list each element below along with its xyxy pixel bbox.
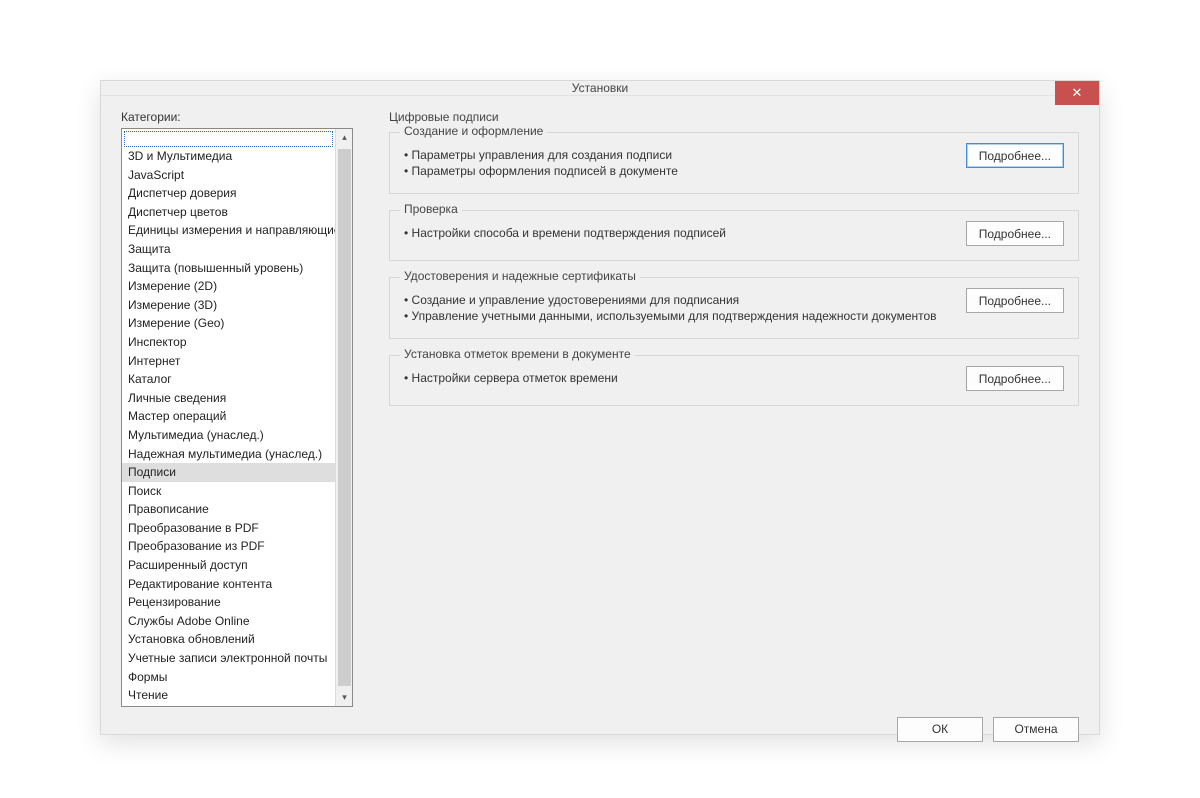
sidebar: Категории: 3D и МультимедиаJavaScriptДис… [121,110,353,707]
category-item[interactable]: Личные сведения [122,389,335,408]
category-item[interactable]: Преобразование в PDF [122,519,335,538]
category-item[interactable]: Расширенный доступ [122,556,335,575]
more-button[interactable]: Подробнее... [966,143,1064,168]
category-item[interactable]: Рецензирование [122,593,335,612]
categories-label: Категории: [121,110,353,124]
group-bullet: Создание и управление удостоверениями дл… [404,292,950,308]
settings-group: Установка отметок времени в документеНас… [389,355,1079,406]
category-item[interactable]: Диспетчер цветов [122,203,335,222]
categories-list: 3D и МультимедиаJavaScriptДиспетчер дове… [122,129,335,706]
scroll-thumb[interactable] [338,149,351,686]
dialog-top: Категории: 3D и МультимедиаJavaScriptДис… [121,110,1079,707]
category-item[interactable]: Каталог [122,370,335,389]
more-button[interactable]: Подробнее... [966,288,1064,313]
ok-button[interactable]: ОК [897,717,983,742]
category-item[interactable]: Интернет [122,352,335,371]
category-item[interactable]: Измерение (Geo) [122,314,335,333]
category-item[interactable] [124,131,333,147]
settings-group: Удостоверения и надежные сертификатыСозд… [389,277,1079,339]
category-item[interactable]: Службы Adobe Online [122,612,335,631]
close-icon: ✕ [1072,85,1083,101]
settings-group: ПроверкаНастройки способа и времени подт… [389,210,1079,261]
category-item[interactable]: Учетные записи электронной почты [122,649,335,668]
groups-host: Создание и оформлениеПараметры управлени… [389,132,1079,422]
category-item[interactable]: Диспетчер доверия [122,184,335,203]
settings-group: Создание и оформлениеПараметры управлени… [389,132,1079,194]
group-content: Параметры управления для создания подпис… [404,143,950,179]
category-item[interactable]: Надежная мультимедиа (унаслед.) [122,445,335,464]
category-item[interactable]: Единицы измерения и направляющие [122,221,335,240]
group-row: Настройки способа и времени подтверждени… [404,221,1064,246]
group-legend: Создание и оформление [400,124,547,138]
group-bullet: Настройки сервера отметок времени [404,370,950,386]
group-bullet: Параметры управления для создания подпис… [404,147,950,163]
group-legend: Проверка [400,202,462,216]
preferences-dialog: Установки ✕ Категории: 3D и МультимедиаJ… [100,80,1100,735]
titlebar: Установки ✕ [101,81,1099,96]
category-item[interactable]: Преобразование из PDF [122,537,335,556]
category-item[interactable]: Измерение (3D) [122,296,335,315]
category-item[interactable]: Измерение (2D) [122,277,335,296]
category-item[interactable]: Чтение [122,686,335,705]
group-legend: Удостоверения и надежные сертификаты [400,269,640,283]
group-bullet: Управление учетными данными, используемы… [404,308,950,324]
close-button[interactable]: ✕ [1055,81,1099,105]
category-item[interactable]: Защита [122,240,335,259]
more-button[interactable]: Подробнее... [966,221,1064,246]
category-item[interactable]: Защита (повышенный уровень) [122,259,335,278]
category-item[interactable]: Мультимедиа (унаслед.) [122,426,335,445]
group-legend: Установка отметок времени в документе [400,347,635,361]
group-content: Настройки сервера отметок времени [404,366,950,386]
category-item[interactable]: Инспектор [122,333,335,352]
more-button[interactable]: Подробнее... [966,366,1064,391]
category-item[interactable]: Правописание [122,500,335,519]
scroll-up-button[interactable]: ▴ [336,129,353,146]
category-item[interactable]: JavaScript [122,166,335,185]
dialog-title: Установки [572,81,628,95]
group-row: Создание и управление удостоверениями дл… [404,288,1064,324]
main-panel: Цифровые подписи Создание и оформлениеПа… [389,110,1079,707]
scroll-down-button[interactable]: ▾ [336,689,353,706]
category-item[interactable]: 3D и Мультимедиа [122,147,335,166]
cancel-button[interactable]: Отмена [993,717,1079,742]
categories-listbox[interactable]: 3D и МультимедиаJavaScriptДиспетчер дове… [121,128,353,707]
category-item[interactable]: Редактирование контента [122,575,335,594]
group-row: Параметры управления для создания подпис… [404,143,1064,179]
main-heading: Цифровые подписи [389,110,1079,124]
dialog-body: Категории: 3D и МультимедиаJavaScriptДис… [101,96,1099,758]
group-content: Создание и управление удостоверениями дл… [404,288,950,324]
category-item[interactable]: Подписи [122,463,335,482]
category-item[interactable]: Формы [122,668,335,687]
category-item[interactable]: Поиск [122,482,335,501]
category-item[interactable]: Мастер операций [122,407,335,426]
group-row: Настройки сервера отметок времени Подробн… [404,366,1064,391]
dialog-footer: ОК Отмена [121,707,1079,742]
listbox-scrollbar[interactable]: ▴ ▾ [335,129,352,706]
group-bullet: Настройки способа и времени подтверждени… [404,225,950,241]
group-bullet: Параметры оформления подписей в документ… [404,163,950,179]
group-content: Настройки способа и времени подтверждени… [404,221,950,241]
category-item[interactable]: Установка обновлений [122,630,335,649]
